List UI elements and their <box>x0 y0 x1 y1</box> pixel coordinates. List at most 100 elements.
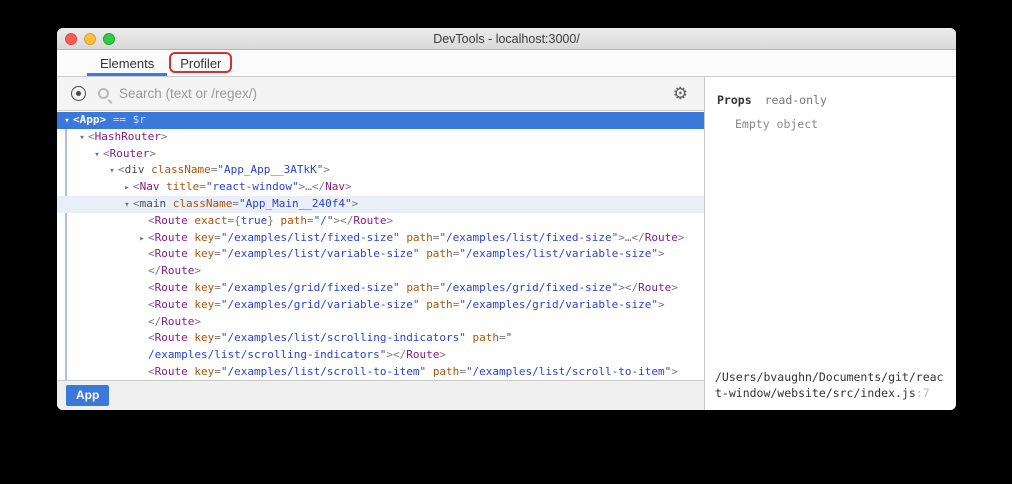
expand-arrow-right-icon[interactable]: ▸ <box>136 231 148 248</box>
tree-row[interactable]: <Route key="/examples/grid/fixed-size" p… <box>57 280 704 297</box>
tree-token: = <box>199 180 206 193</box>
tree-row[interactable]: </Route> <box>57 263 704 280</box>
tree-token: </ <box>148 264 161 277</box>
props-readonly-label: read-only <box>765 93 827 107</box>
tree-row[interactable]: <Route key="/examples/grid/variable-size… <box>57 297 704 314</box>
tree-row[interactable]: ▾<div className="App_App__3ATkK"> <box>57 162 704 179</box>
source-path: /Users/bvaughn/Documents/git/react-windo… <box>715 370 943 400</box>
tree-token: = <box>214 298 221 311</box>
tree-row[interactable]: <Route key="/examples/list/variable-size… <box>57 246 704 263</box>
tree-token: Route <box>638 281 671 294</box>
tree-token: > <box>678 231 685 244</box>
zoom-button[interactable] <box>103 33 115 45</box>
tree-token: ></ <box>334 214 354 227</box>
breadcrumb-bar: App <box>57 380 704 410</box>
tree-token: title <box>166 180 199 193</box>
tree-row[interactable]: ▾<App> == $r <box>57 112 704 129</box>
tab-elements[interactable]: Elements <box>87 50 167 76</box>
tree-token: Route <box>406 348 439 361</box>
tree-token: ={ <box>228 214 241 227</box>
search-icon <box>98 88 109 99</box>
expand-arrow-down-icon[interactable]: ▾ <box>61 113 73 130</box>
tree-token: = <box>232 197 239 210</box>
tree-token: "/" <box>314 214 334 227</box>
tree-token: "App_App__3ATkK" <box>217 163 323 176</box>
tree-row[interactable]: /examples/list/scrolling-indicators"></R… <box>57 347 704 364</box>
breadcrumb-app[interactable]: App <box>66 385 109 406</box>
tree-token: > <box>161 130 168 143</box>
props-pane: Props read-only Empty object /Users/bvau… <box>705 77 956 410</box>
tree-token: key <box>194 247 214 260</box>
tab-bar: Elements Profiler <box>57 50 956 77</box>
tree-token: main <box>140 197 167 210</box>
tree-token <box>274 214 281 227</box>
tree-token: < <box>148 247 155 260</box>
source-location[interactable]: /Users/bvaughn/Documents/git/react-windo… <box>705 364 956 410</box>
tree-token: "/examples/grid/variable-size" <box>221 298 420 311</box>
tree-token: "/examples/grid/fixed-size" <box>221 281 400 294</box>
traffic-lights <box>65 28 115 49</box>
tree-token: Route <box>161 315 194 328</box>
minimize-button[interactable] <box>84 33 96 45</box>
tree-token: "/examples/list/fixed-size" <box>439 231 618 244</box>
tree-row[interactable]: ▸<Route key="/examples/list/fixed-size" … <box>57 230 704 247</box>
tree-token: < <box>103 147 110 160</box>
tree-token: > <box>671 365 678 378</box>
tree-token: Route <box>155 214 188 227</box>
close-button[interactable] <box>65 33 77 45</box>
tree-token: < <box>133 197 140 210</box>
gear-icon[interactable]: ⚙ <box>673 85 688 102</box>
tree-row[interactable]: ▾<Router> <box>57 146 704 163</box>
expand-arrow-down-icon[interactable]: ▾ <box>106 163 118 180</box>
tree-token: "/examples/list/variable-size" <box>221 247 420 260</box>
tree-row[interactable]: </Route> <box>57 314 704 331</box>
tree-row[interactable]: <Route key="/examples/list/scroll-to-ite… <box>57 364 704 380</box>
tree-token: > <box>194 315 201 328</box>
tree-token: key <box>194 331 214 344</box>
tree-token: = <box>499 331 506 344</box>
tree-row[interactable]: <Route exact={true} path="/"></Route> <box>57 213 704 230</box>
tree-token: Router <box>110 147 150 160</box>
tree-token: className <box>173 197 233 210</box>
tree-token: > <box>345 180 352 193</box>
tree-token: Route <box>155 365 188 378</box>
tree-token: = <box>459 365 466 378</box>
tree-token: div <box>125 163 145 176</box>
tree-token: < <box>148 331 155 344</box>
tree-token: HashRouter <box>95 130 161 143</box>
tab-elements-label: Elements <box>100 56 154 71</box>
tree-row[interactable]: ▾<main className="App_Main__240f4"> <box>57 196 704 213</box>
tree-token: > <box>618 231 625 244</box>
tree-token: "/examples/grid/variable-size" <box>459 298 658 311</box>
expand-arrow-down-icon[interactable]: ▾ <box>121 197 133 214</box>
tree-token: Route <box>353 214 386 227</box>
tree-token: == $r <box>106 113 146 126</box>
tree-token: </ <box>312 180 325 193</box>
tree-token: key <box>194 281 214 294</box>
tree-token: > <box>387 214 394 227</box>
expand-arrow-down-icon[interactable]: ▾ <box>76 130 88 147</box>
search-input[interactable] <box>119 86 665 101</box>
inspect-element-icon[interactable] <box>71 86 86 101</box>
tree-token: < <box>133 180 140 193</box>
elements-pane: ⚙ ▾<App> == $r▾<HashRouter>▾<Router>▾<di… <box>57 77 705 410</box>
tree-token: Route <box>161 264 194 277</box>
tree-token: > <box>439 348 446 361</box>
tree-token: path <box>426 247 453 260</box>
tree-token: "App_Main__240f4" <box>239 197 352 210</box>
tab-profiler[interactable]: Profiler <box>167 50 234 76</box>
tree-row[interactable]: <Route key="/examples/list/scrolling-ind… <box>57 330 704 347</box>
tree-token: < <box>148 231 155 244</box>
tree-token: … <box>305 180 312 193</box>
tree-token: "/examples/grid/fixed-size" <box>439 281 618 294</box>
props-pane-spacer <box>705 131 956 364</box>
tree-token: < <box>88 130 95 143</box>
tree-row[interactable]: ▸<Nav title="react-window">…</Nav> <box>57 179 704 196</box>
tree-token: true <box>241 214 268 227</box>
tree-token: > <box>194 264 201 277</box>
tree-token: path <box>406 281 433 294</box>
expand-arrow-right-icon[interactable]: ▸ <box>121 180 133 197</box>
expand-arrow-down-icon[interactable]: ▾ <box>91 147 103 164</box>
tree-row[interactable]: ▾<HashRouter> <box>57 129 704 146</box>
main-content: ⚙ ▾<App> == $r▾<HashRouter>▾<Router>▾<di… <box>57 77 956 410</box>
